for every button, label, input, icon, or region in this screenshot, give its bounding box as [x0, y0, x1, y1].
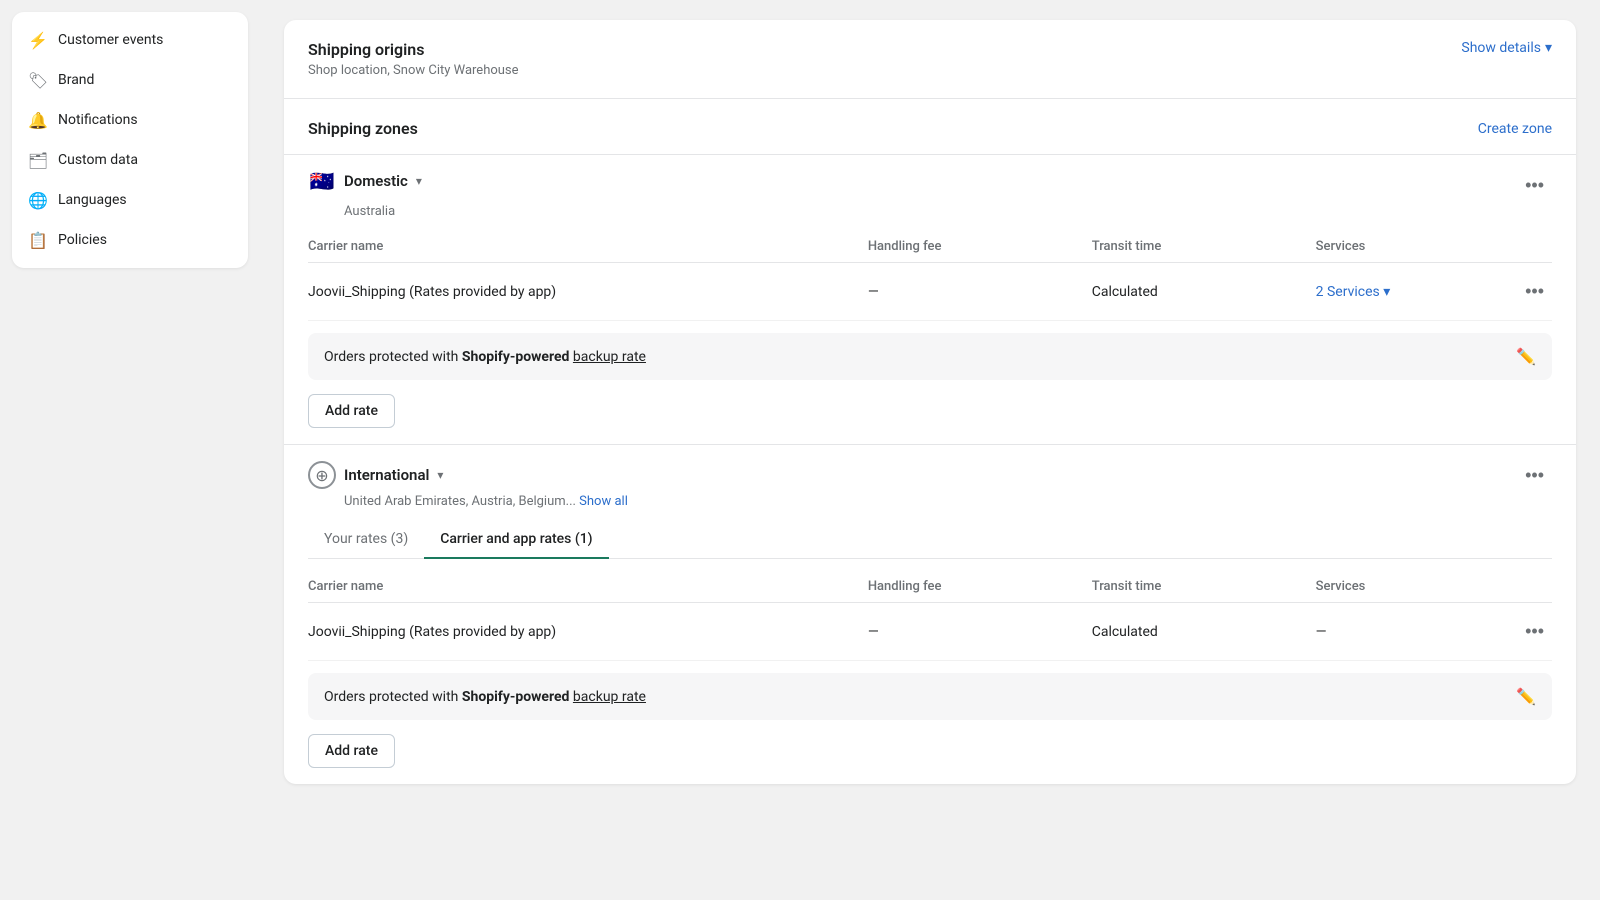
origins-info: Shipping origins Shop location, Snow Cit…: [308, 40, 519, 78]
carrier-name-cell: Joovii_Shipping (Rates provided by app): [308, 603, 868, 661]
zone-name-domestic: Domestic: [344, 172, 408, 190]
rate-table-international: Carrier name Handling fee Transit time S…: [308, 571, 1552, 661]
sidebar: ⚡ Customer events 🏷 Brand 🔔 Notification…: [0, 0, 260, 900]
transit-time-cell: Calculated: [1092, 263, 1316, 321]
rate-row-1-0: Joovii_Shipping (Rates provided by app) …: [308, 603, 1552, 661]
col-header-transit-time: Transit time: [1092, 571, 1316, 603]
zones-header: Shipping zones Create zone: [284, 99, 1576, 154]
policies-icon: 📋: [28, 230, 48, 250]
col-header-carrier-name: Carrier name: [308, 231, 868, 263]
sidebar-card: ⚡ Customer events 🏷 Brand 🔔 Notification…: [12, 12, 248, 268]
show-all-link[interactable]: Show all: [579, 494, 628, 509]
zone-subtitle-domestic: Australia: [344, 204, 1552, 219]
sidebar-item-custom-data[interactable]: 🗂 Custom data: [12, 140, 248, 180]
zone-name-area-domestic: 🇦🇺 Domestic ▾: [308, 171, 422, 191]
zone-chevron-icon-international: ▾: [437, 468, 443, 482]
zone-more-button-international[interactable]: •••: [1517, 461, 1552, 490]
services-cell: —: [1316, 603, 1490, 661]
services-value: —: [1316, 624, 1327, 640]
sidebar-item-customer-events[interactable]: ⚡ Customer events: [12, 20, 248, 60]
rate-more-button-1-0[interactable]: •••: [1517, 617, 1552, 646]
sidebar-item-policies[interactable]: 📋 Policies: [12, 220, 248, 260]
sidebar-label-custom-data: Custom data: [58, 152, 138, 168]
rate-actions-cell: •••: [1490, 603, 1552, 661]
show-details-label: Show details: [1461, 40, 1541, 56]
sidebar-label-policies: Policies: [58, 232, 107, 248]
transit-time-cell: Calculated: [1092, 603, 1316, 661]
col-header-handling-fee: Handling fee: [868, 231, 1092, 263]
rate-table-domestic: Carrier name Handling fee Transit time S…: [308, 231, 1552, 321]
languages-icon: 🌐: [28, 190, 48, 210]
zone-name-international: International: [344, 466, 429, 484]
add-rate-button-international[interactable]: Add rate: [308, 734, 395, 768]
backup-edit-icon-domestic[interactable]: ✏️: [1516, 347, 1536, 366]
custom-data-icon: 🗂: [28, 150, 48, 170]
rate-row-0-0: Joovii_Shipping (Rates provided by app) …: [308, 263, 1552, 321]
handling-fee-cell: —: [868, 263, 1092, 321]
sidebar-item-brand[interactable]: 🏷 Brand: [12, 60, 248, 100]
chevron-down-icon: ▾: [1545, 40, 1552, 56]
zone-title-row-international: ⊕ International ▾ •••: [308, 461, 1552, 490]
backup-notice-text-domestic: Orders protected with Shopify-powered ba…: [324, 349, 646, 365]
tab-your-rates[interactable]: Your rates (3): [308, 521, 424, 559]
brand-icon: 🏷: [28, 70, 48, 90]
sidebar-label-notifications: Notifications: [58, 112, 138, 128]
tabs-row-international: Your rates (3)Carrier and app rates (1): [308, 521, 1552, 559]
backup-edit-icon-international[interactable]: ✏️: [1516, 687, 1536, 706]
zone-chevron-icon-domestic: ▾: [416, 174, 422, 188]
zone-more-button-domestic[interactable]: •••: [1517, 171, 1552, 200]
backup-rate-link-international[interactable]: backup rate: [573, 689, 646, 705]
flag-icon: 🇦🇺: [308, 171, 336, 191]
globe-icon: ⊕: [308, 461, 336, 489]
notifications-icon: 🔔: [28, 110, 48, 130]
services-dropdown-link[interactable]: 2 Services ▾: [1316, 284, 1490, 300]
sidebar-item-notifications[interactable]: 🔔 Notifications: [12, 100, 248, 140]
sidebar-label-customer-events: Customer events: [58, 32, 163, 48]
table-header-row: Carrier name Handling fee Transit time S…: [308, 231, 1552, 263]
handling-fee-cell: —: [868, 603, 1092, 661]
show-details-button[interactable]: Show details ▾: [1461, 40, 1552, 56]
carrier-name-cell: Joovii_Shipping (Rates provided by app): [308, 263, 868, 321]
customer-events-icon: ⚡: [28, 30, 48, 50]
sidebar-item-languages[interactable]: 🌐 Languages: [12, 180, 248, 220]
origins-title: Shipping origins: [308, 40, 519, 59]
rate-more-button-0-0[interactable]: •••: [1517, 277, 1552, 306]
main-content: Shipping origins Shop location, Snow Cit…: [260, 0, 1600, 900]
col-header-transit-time: Transit time: [1092, 231, 1316, 263]
tab-carrier-app-rates[interactable]: Carrier and app rates (1): [424, 521, 608, 559]
zone-title-row-domestic: 🇦🇺 Domestic ▾ •••: [308, 171, 1552, 200]
zones-title: Shipping zones: [308, 119, 418, 138]
rate-actions-cell: •••: [1490, 263, 1552, 321]
backup-rate-link-domestic[interactable]: backup rate: [573, 349, 646, 365]
sidebar-label-languages: Languages: [58, 192, 127, 208]
col-header-actions: [1490, 231, 1552, 263]
services-cell: 2 Services ▾: [1316, 263, 1490, 321]
create-zone-button[interactable]: Create zone: [1478, 121, 1552, 137]
col-header-services: Services: [1316, 571, 1490, 603]
backup-notice-international: Orders protected with Shopify-powered ba…: [308, 673, 1552, 720]
zone-name-area-international: ⊕ International ▾: [308, 461, 443, 489]
backup-notice-domestic: Orders protected with Shopify-powered ba…: [308, 333, 1552, 380]
shipping-origins-card: Shipping origins Shop location, Snow Cit…: [284, 20, 1576, 784]
table-header-row: Carrier name Handling fee Transit time S…: [308, 571, 1552, 603]
sidebar-label-brand: Brand: [58, 72, 94, 88]
zone-section-international: ⊕ International ▾ ••• United Arab Emirat…: [284, 444, 1576, 784]
backup-notice-text-international: Orders protected with Shopify-powered ba…: [324, 689, 646, 705]
col-header-services: Services: [1316, 231, 1490, 263]
origins-subtitle: Shop location, Snow City Warehouse: [308, 63, 519, 78]
zone-section-domestic: 🇦🇺 Domestic ▾ ••• Australia Carrier name…: [284, 154, 1576, 444]
col-header-carrier-name: Carrier name: [308, 571, 868, 603]
zone-subtitle-international: United Arab Emirates, Austria, Belgium..…: [344, 494, 1552, 509]
origins-header: Shipping origins Shop location, Snow Cit…: [284, 20, 1576, 99]
col-header-handling-fee: Handling fee: [868, 571, 1092, 603]
col-header-actions: [1490, 571, 1552, 603]
add-rate-button-domestic[interactable]: Add rate: [308, 394, 395, 428]
